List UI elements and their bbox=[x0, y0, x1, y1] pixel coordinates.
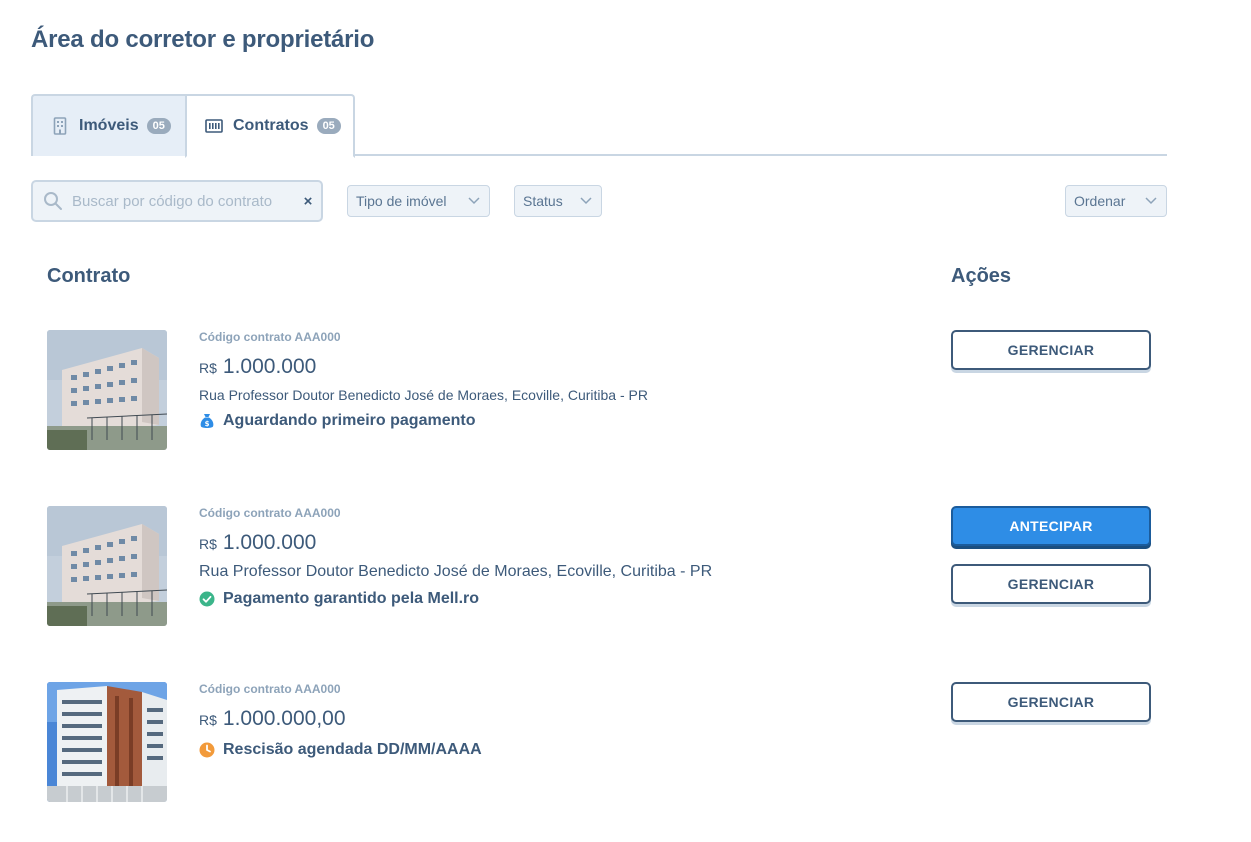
contract-value: 1.000.000 bbox=[222, 531, 317, 554]
contract-row: Código contrato AAA000 R$ 1.000.000 Rua … bbox=[47, 330, 1167, 460]
tab-imoveis[interactable]: Imóveis 05 bbox=[31, 94, 186, 156]
contract-value: 1.000.000 bbox=[222, 355, 317, 378]
ordenar-label: Ordenar bbox=[1074, 193, 1126, 209]
contract-row: Código contrato AAA000 R$ 1.000.000,00 R… bbox=[47, 682, 1167, 812]
contract-icon bbox=[205, 117, 223, 135]
status-line: Rescisão agendada DD/MM/AAAA bbox=[199, 741, 482, 759]
clock-icon bbox=[199, 742, 215, 758]
property-photo bbox=[47, 682, 167, 802]
contract-code: Código contrato AAA000 bbox=[199, 682, 341, 696]
property-photo bbox=[47, 330, 167, 450]
contract-info: Código contrato AAA000 R$ 1.000.000,00 R… bbox=[199, 682, 482, 759]
contract-info: Código contrato AAA000 R$ 1.000.000 Rua … bbox=[199, 330, 648, 430]
antecipar-button[interactable]: ANTECIPAR bbox=[951, 506, 1151, 546]
status-text: Rescisão agendada DD/MM/AAAA bbox=[223, 741, 482, 758]
clear-search-icon[interactable]: × bbox=[295, 193, 321, 210]
currency-symbol: R$ bbox=[199, 712, 217, 728]
status-select[interactable]: Status bbox=[514, 185, 602, 217]
contract-row: Código contrato AAA000 R$ 1.000.000 Rua … bbox=[47, 506, 1167, 636]
contract-price: R$ 1.000.000 bbox=[199, 531, 712, 555]
contract-price: R$ 1.000.000 bbox=[199, 355, 648, 379]
chevron-down-icon bbox=[468, 197, 480, 205]
column-header-acoes: Ações bbox=[951, 265, 1012, 287]
contract-value: 1.000.000,00 bbox=[222, 707, 346, 730]
contract-code: Código contrato AAA000 bbox=[199, 506, 341, 520]
currency-symbol: R$ bbox=[199, 536, 217, 552]
tab-imoveis-label: Imóveis bbox=[79, 117, 139, 134]
tab-imoveis-count: 05 bbox=[146, 118, 171, 134]
tab-contratos-label: Contratos bbox=[233, 117, 309, 134]
contract-address: Rua Professor Doutor Benedicto José de M… bbox=[199, 563, 713, 580]
gerenciar-button[interactable]: GERENCIAR bbox=[951, 682, 1151, 722]
search-placeholder: Buscar por código do contrato bbox=[72, 192, 273, 210]
check-circle-icon bbox=[199, 591, 215, 607]
status-label: Status bbox=[523, 193, 563, 209]
tab-contratos-count: 05 bbox=[316, 118, 341, 134]
contract-code: Código contrato AAA000 bbox=[199, 330, 341, 344]
svg-text:$: $ bbox=[205, 420, 210, 428]
status-text: Aguardando primeiro pagamento bbox=[223, 412, 476, 429]
column-header-contrato: Contrato bbox=[47, 265, 131, 287]
chevron-down-icon bbox=[1145, 197, 1157, 205]
tipo-imovel-select[interactable]: Tipo de imóvel bbox=[347, 185, 490, 217]
money-bag-icon: $ bbox=[199, 413, 215, 429]
tipo-imovel-label: Tipo de imóvel bbox=[356, 193, 447, 209]
search-input[interactable]: Buscar por código do contrato × bbox=[31, 180, 323, 222]
gerenciar-button[interactable]: GERENCIAR bbox=[951, 330, 1151, 370]
building-icon bbox=[51, 117, 69, 135]
contract-info: Código contrato AAA000 R$ 1.000.000 Rua … bbox=[199, 506, 712, 608]
page-title: Área do corretor e proprietário bbox=[31, 26, 375, 53]
currency-symbol: R$ bbox=[199, 360, 217, 376]
tab-contratos[interactable]: Contratos 05 bbox=[185, 94, 355, 158]
search-icon bbox=[44, 192, 62, 210]
tabs-bar: Imóveis 05 Contratos 05 bbox=[31, 94, 1167, 158]
contract-address: Rua Professor Doutor Benedicto José de M… bbox=[199, 387, 648, 403]
ordenar-select[interactable]: Ordenar bbox=[1065, 185, 1167, 217]
status-line: $ Aguardando primeiro pagamento bbox=[199, 412, 648, 430]
status-line: Pagamento garantido pela Mell.ro bbox=[199, 590, 712, 608]
property-photo bbox=[47, 506, 167, 626]
chevron-down-icon bbox=[580, 197, 592, 205]
contract-price: R$ 1.000.000,00 bbox=[199, 707, 482, 731]
status-text: Pagamento garantido pela Mell.ro bbox=[223, 590, 480, 607]
gerenciar-button[interactable]: GERENCIAR bbox=[951, 564, 1151, 604]
